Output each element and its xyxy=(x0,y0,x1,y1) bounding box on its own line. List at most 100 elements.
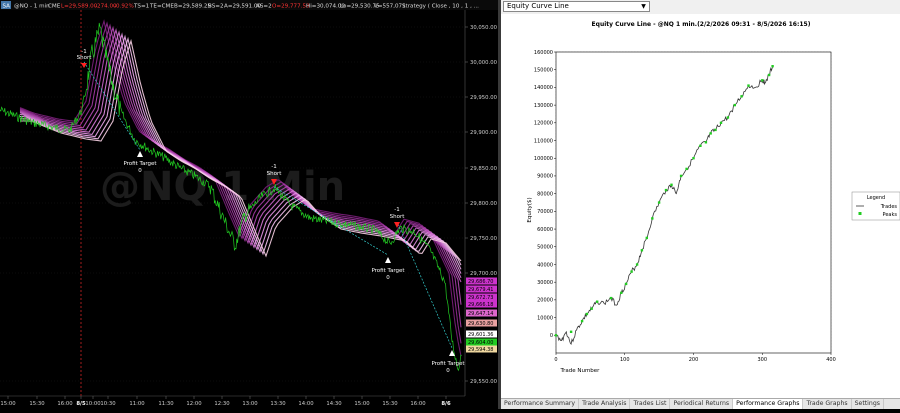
ma-band xyxy=(19,30,462,279)
y-tick-label: 140000 xyxy=(534,85,553,91)
peak-point xyxy=(679,174,683,178)
time-tick-label: 15:30 xyxy=(29,401,45,407)
price-tick-label: 29,850.00 xyxy=(470,166,498,172)
peak-point xyxy=(635,263,639,266)
y-tick-label: 50000 xyxy=(537,245,553,251)
y-tick-label: 10000 xyxy=(537,315,553,321)
time-tick-label: 8/6 xyxy=(441,401,451,407)
time-tick-label: 15:00 xyxy=(0,401,16,407)
chart-title: Equity Curve Line - @NQ 1 min.(2/2/2026 … xyxy=(592,21,811,28)
x-tick-label: 200 xyxy=(689,357,699,363)
peak-point xyxy=(714,128,717,132)
peak-point xyxy=(596,300,599,303)
price-tag: 29,672.73 xyxy=(466,293,497,301)
svg-text:Short: Short xyxy=(267,171,283,177)
y-tick-label: 80000 xyxy=(537,191,553,197)
x-tick-label: 0 xyxy=(554,357,557,363)
price-tag-text: 29,666.18 xyxy=(468,302,493,308)
y-tick-label: 160000 xyxy=(534,50,553,56)
peak-point xyxy=(761,79,764,82)
chart-header-text: @NQ - 1 min CME L=29,589.00 -274.00 -0.9… xyxy=(14,4,479,10)
price-tag: 29,604.00 xyxy=(466,338,497,346)
graph-type-dropdown[interactable]: Equity Curve Line ▼ xyxy=(503,1,650,12)
peak-point xyxy=(709,132,712,135)
tab-trade-analysis[interactable]: Trade Analysis xyxy=(579,399,631,409)
peak-point xyxy=(692,157,695,160)
peak-point xyxy=(620,291,623,294)
y-tick-label: 150000 xyxy=(534,68,553,74)
price-tags: 29,686.70 29,679.41 29,672.7329,666.18 29,6… xyxy=(466,277,497,353)
y-tick-label: 110000 xyxy=(534,138,553,144)
price-tag-text: 29,630.80 xyxy=(468,321,493,327)
legend-peaks-label: Peaks xyxy=(883,212,898,218)
time-tick-label: 10:30 xyxy=(100,401,116,407)
tab-settings[interactable]: Settings xyxy=(852,399,884,409)
price-tag: 29,647.14 xyxy=(466,309,497,317)
trade-marker-short-1[interactable]: -1 Short xyxy=(77,49,93,68)
x-tick-label: 400 xyxy=(826,357,836,363)
legend-title: Legend xyxy=(867,195,885,201)
tab-trades-list[interactable]: Trades List xyxy=(630,399,671,409)
time-tick-label: 11:00 xyxy=(129,401,145,407)
price-tag-text: 29,686.70 xyxy=(468,279,493,285)
chart-legend: Legend Trades Peaks xyxy=(851,191,900,221)
price-tick-label: 29,550.00 xyxy=(470,379,498,385)
time-tick-label: 14:00 xyxy=(298,401,314,407)
legend-peaks-swatch xyxy=(858,212,862,215)
peak-point xyxy=(740,95,743,98)
price-chart-canvas[interactable]: SA @NQ - 1 min CME L=29,589.00 -274.00 -… xyxy=(0,0,498,409)
price-tag-text: 29,672.73 xyxy=(468,295,493,301)
time-tick-label: 13:00 xyxy=(242,401,258,407)
price-tag-text: 29,594.38 xyxy=(468,347,493,353)
svg-text:-1: -1 xyxy=(394,207,399,213)
peak-point xyxy=(767,73,771,77)
time-axis[interactable]: 15:00 15:30 16:00 8/5 10:00 10:30 11:00 11:30 12… xyxy=(0,396,451,407)
price-tag: 29,630.80 xyxy=(466,319,497,327)
svg-text:-1: -1 xyxy=(271,164,276,170)
tab-trade-graphs[interactable]: Trade Graphs xyxy=(803,399,852,409)
tab-periodical-returns[interactable]: Periodical Returns xyxy=(670,399,734,409)
time-tick-label: 16:00 xyxy=(410,401,426,407)
peak-point xyxy=(590,307,593,310)
peak-point xyxy=(664,188,668,192)
price-chart[interactable]: SA @NQ - 1 min CME L=29,589.00 -274.00 -… xyxy=(0,0,498,409)
y-tick-label: 30000 xyxy=(537,280,553,286)
svg-text:0: 0 xyxy=(138,168,142,174)
status-badge-text: SA xyxy=(3,4,11,10)
peak-point xyxy=(733,103,736,107)
trade-marker-target-2[interactable]: Profit Target 0 xyxy=(371,257,405,281)
peak-point xyxy=(651,217,654,220)
svg-text:Short: Short xyxy=(77,55,93,61)
peak-point xyxy=(719,121,723,124)
peak-point xyxy=(640,249,644,252)
price-tag-text: 29,647.14 xyxy=(468,311,493,317)
price-tick-label: 29,800.00 xyxy=(470,201,498,207)
svg-text:Short: Short xyxy=(390,214,406,220)
x-axis-label: Trade Number xyxy=(560,368,601,374)
time-tick-label: 12:00 xyxy=(186,401,202,407)
trade-marker-short-3[interactable]: -1 Short xyxy=(390,207,406,228)
tab-performance-graphs[interactable]: Performance Graphs xyxy=(733,399,804,409)
price-tick-label: 29,700.00 xyxy=(470,271,498,277)
peak-point xyxy=(747,84,750,87)
peak-point xyxy=(704,141,708,144)
y-axis-label: Equity($) xyxy=(527,197,533,222)
chevron-down-icon[interactable]: ▼ xyxy=(639,2,648,11)
y-tick-label: 40000 xyxy=(537,262,553,268)
time-tick-label: 14:30 xyxy=(326,401,342,407)
price-tag-text: 29,601.36 xyxy=(468,332,493,338)
peak-point xyxy=(670,183,673,186)
peak-point xyxy=(726,116,730,119)
peak-point xyxy=(630,270,633,273)
peak-point xyxy=(771,65,774,68)
x-tick-label: 100 xyxy=(620,357,630,363)
peak-point xyxy=(609,296,613,300)
time-tick-label: 10:00 xyxy=(85,401,101,407)
performance-report-panel: Equity Curve Line ▼ Equity Curve Line - … xyxy=(501,0,900,409)
y-tick-label: 130000 xyxy=(534,103,553,109)
peak-point xyxy=(554,334,558,337)
tab-performance-summary[interactable]: Performance Summary xyxy=(501,399,580,409)
peak-point xyxy=(569,330,573,333)
svg-text:Profit Target: Profit Target xyxy=(371,268,405,274)
plot-frame xyxy=(555,51,832,354)
